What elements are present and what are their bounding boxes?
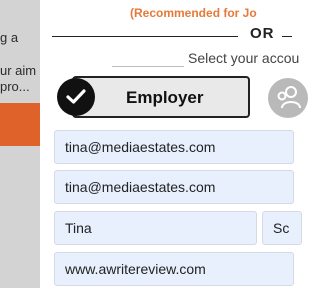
other-account-type-button[interactable]	[268, 78, 308, 118]
divider-line	[282, 36, 292, 37]
email-field[interactable]: tina@mediaestates.com	[54, 130, 294, 164]
people-icon	[277, 86, 301, 109]
select-account-label: Select your accou	[188, 50, 300, 66]
confirm-email-field[interactable]: tina@mediaestates.com	[54, 170, 294, 204]
background-orange-button	[0, 103, 40, 146]
check-icon	[57, 78, 95, 116]
or-divider: OR	[250, 25, 275, 42]
background-text-line: ur aim	[0, 63, 37, 78]
last-name-value: Sc	[273, 220, 290, 236]
confirm-email-value: tina@mediaestates.com	[65, 179, 216, 195]
employer-label: Employer	[126, 88, 204, 107]
recommended-note: (Recommended for Jo	[130, 6, 257, 20]
employer-account-button[interactable]: Employer	[72, 76, 250, 118]
divider-line	[112, 66, 184, 67]
website-field[interactable]: www.awritereview.com	[54, 252, 294, 286]
background-text-line: g a	[0, 30, 19, 45]
first-name-value: Tina	[65, 220, 92, 236]
first-name-field[interactable]: Tina	[54, 211, 257, 245]
email-value: tina@mediaestates.com	[65, 139, 216, 155]
background-page: g a ur aim pro...	[0, 0, 40, 288]
last-name-field[interactable]: Sc	[262, 211, 302, 245]
background-text-line: pro...	[0, 79, 30, 94]
website-value: www.awritereview.com	[65, 261, 206, 277]
divider-line	[52, 36, 238, 37]
